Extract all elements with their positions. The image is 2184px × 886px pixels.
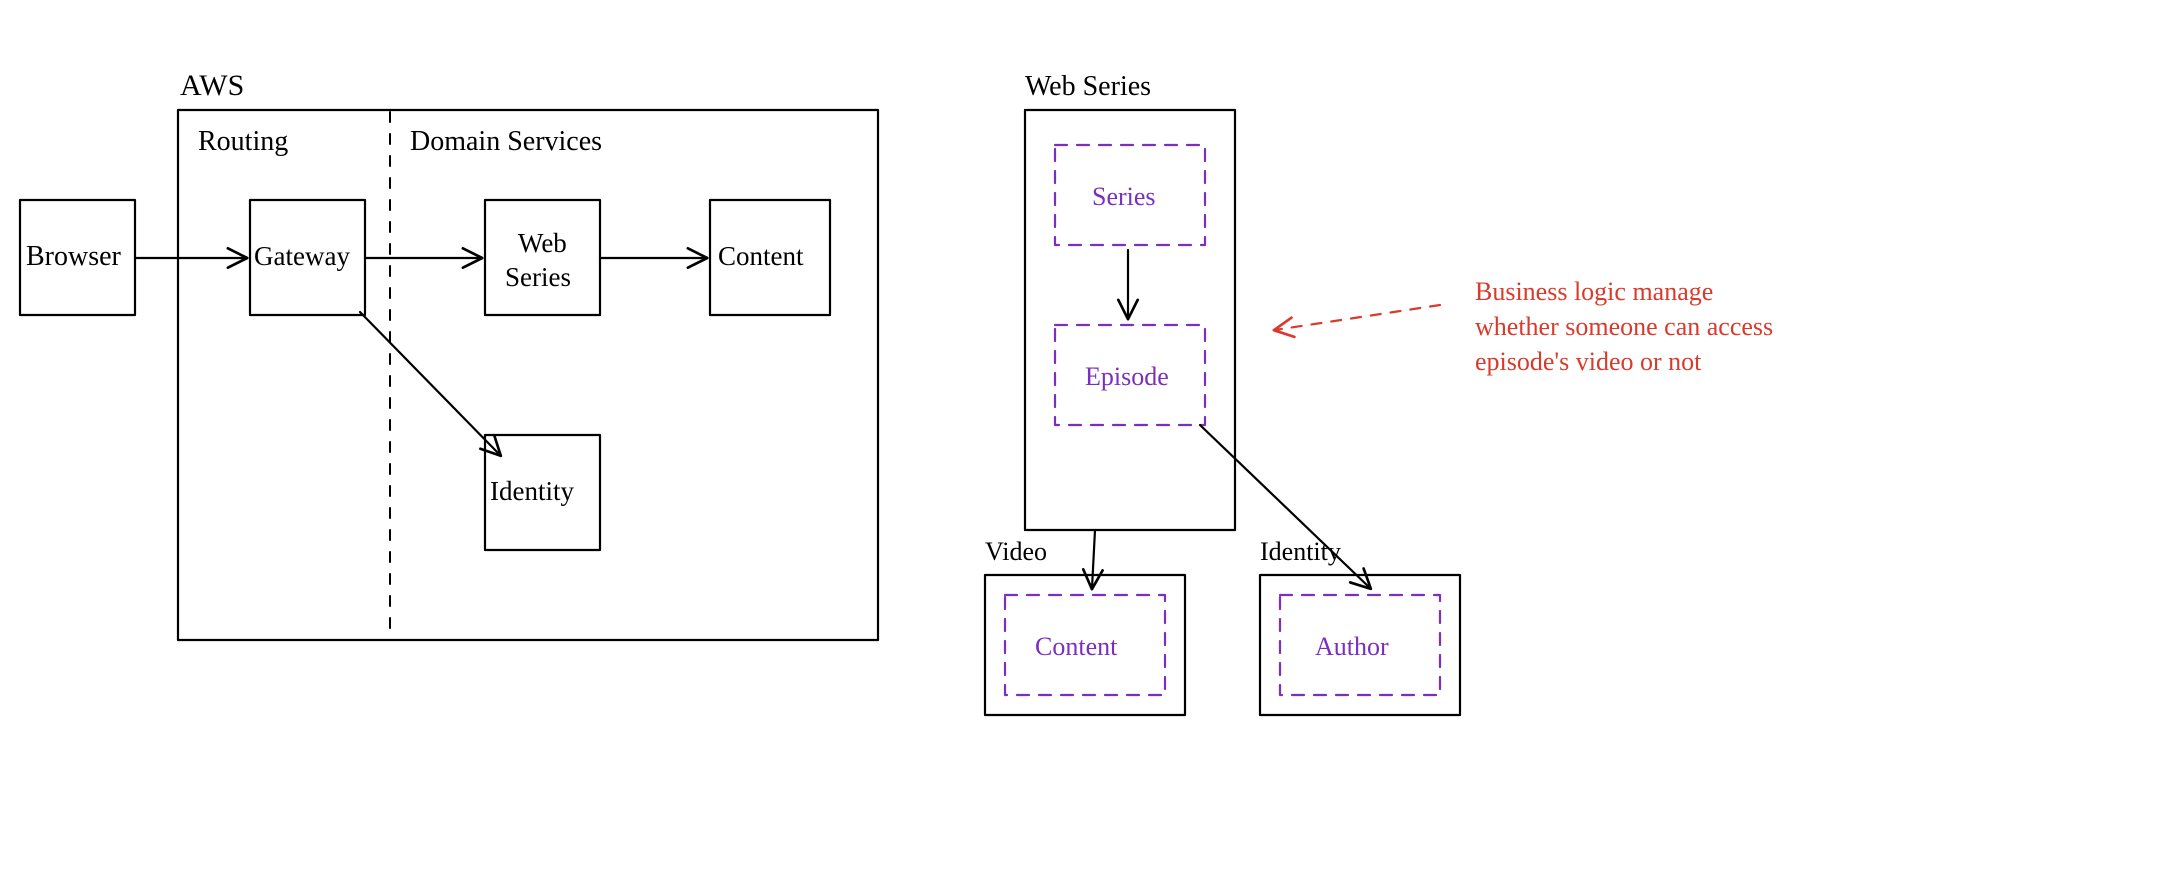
identity-label: Identity: [490, 476, 574, 506]
domain-services-label: Domain Services: [410, 126, 602, 157]
author-label: Author: [1315, 632, 1389, 661]
annotation-line2: whether someone can access: [1475, 312, 1773, 341]
annotation-arrow: [1275, 305, 1440, 330]
right-web-series-container: Web Series: [1025, 71, 1235, 530]
browser-box: Browser: [20, 200, 135, 315]
browser-label: Browser: [26, 241, 122, 272]
episode-label: Episode: [1085, 362, 1169, 391]
web-series-label-line2: Series: [505, 262, 571, 292]
identity-box: Identity: [485, 435, 600, 550]
series-label: Series: [1092, 182, 1156, 211]
annotation-line3: episode's video or not: [1475, 347, 1702, 376]
web-series-label-line1: Web: [518, 228, 567, 258]
gateway-box: Gateway: [250, 200, 365, 315]
gateway-label: Gateway: [254, 241, 350, 271]
aws-container: AWS Routing Domain Services: [178, 69, 878, 640]
series-box: Series: [1055, 145, 1205, 245]
video-content-label: Content: [1035, 632, 1118, 661]
content-box: Content: [710, 200, 830, 315]
right-identity-container: Identity Author: [1260, 537, 1460, 715]
episode-box: Episode: [1055, 325, 1205, 425]
arrow-episode-video: [1092, 530, 1095, 588]
video-label: Video: [985, 537, 1047, 566]
annotation-line1: Business logic manage: [1475, 277, 1713, 306]
arrow-gateway-identity: [360, 312, 500, 455]
video-container: Video Content: [985, 537, 1185, 715]
web-series-box: Web Series: [485, 200, 600, 315]
aws-label: AWS: [180, 69, 244, 102]
content-label: Content: [718, 241, 804, 271]
right-identity-label: Identity: [1260, 537, 1341, 566]
annotation-text: Business logic manage whether someone ca…: [1475, 277, 1773, 376]
routing-label: Routing: [198, 126, 288, 157]
right-web-series-label: Web Series: [1025, 71, 1151, 102]
